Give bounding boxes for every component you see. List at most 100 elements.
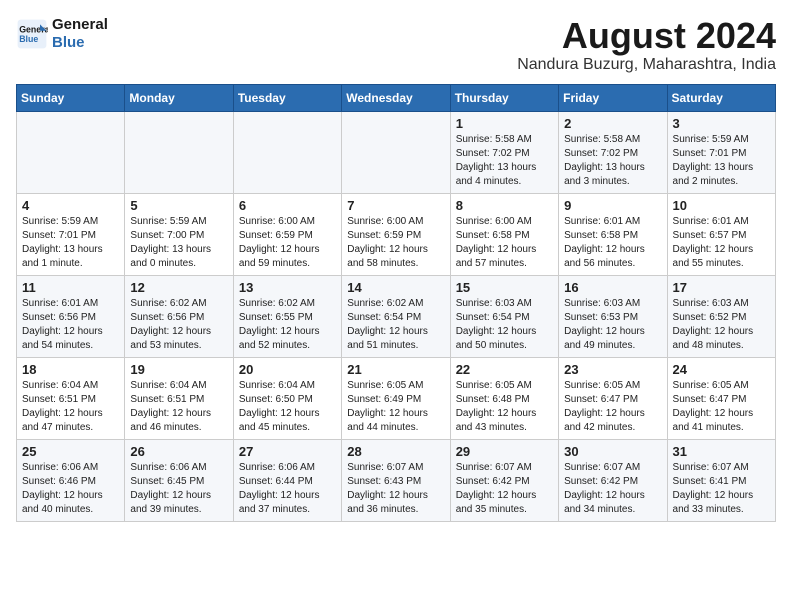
calendar-cell: 23Sunrise: 6:05 AM Sunset: 6:47 PM Dayli… bbox=[559, 357, 667, 439]
day-number: 3 bbox=[673, 116, 770, 131]
calendar-cell bbox=[17, 111, 125, 193]
day-info: Sunrise: 5:59 AM Sunset: 7:00 PM Dayligh… bbox=[130, 215, 227, 271]
calendar-cell: 8 Sunrise: 6:00 AM Sunset: 6:58 PM Daylig… bbox=[450, 193, 558, 275]
day-info: Sunrise: 6:01 AM Sunset: 6:57 PM Dayligh… bbox=[673, 215, 770, 271]
day-info: Sunrise: 6:05 AM Sunset: 6:49 PM Dayligh… bbox=[347, 379, 444, 435]
day-info: Sunrise: 6:05 AM Sunset: 6:48 PM Dayligh… bbox=[456, 379, 553, 435]
day-info: Sunrise: 6:02 AM Sunset: 6:54 PM Dayligh… bbox=[347, 297, 444, 353]
day-info: Sunrise: 6:07 AM Sunset: 6:43 PM Dayligh… bbox=[347, 461, 444, 517]
day-number: 25 bbox=[22, 444, 119, 459]
calendar-cell: 22Sunrise: 6:05 AM Sunset: 6:48 PM Dayli… bbox=[450, 357, 558, 439]
day-number: 24 bbox=[673, 362, 770, 377]
day-info: Sunrise: 6:07 AM Sunset: 6:41 PM Dayligh… bbox=[673, 461, 770, 517]
day-number: 26 bbox=[130, 444, 227, 459]
calendar-cell bbox=[233, 111, 341, 193]
day-number: 29 bbox=[456, 444, 553, 459]
calendar-cell: 30 Sunrise: 6:07 AM Sunset: 6:42 PM Dayli… bbox=[559, 439, 667, 521]
day-number: 19 bbox=[130, 362, 227, 377]
day-number: 18 bbox=[22, 362, 119, 377]
calendar-cell: 12Sunrise: 6:02 AM Sunset: 6:56 PM Dayli… bbox=[125, 275, 233, 357]
day-number: 9 bbox=[564, 198, 661, 213]
calendar-cell: 28 Sunrise: 6:07 AM Sunset: 6:43 PM Dayli… bbox=[342, 439, 450, 521]
day-number: 5 bbox=[130, 198, 227, 213]
day-info: Sunrise: 6:01 AM Sunset: 6:58 PM Dayligh… bbox=[564, 215, 661, 271]
calendar-cell: 13 Sunrise: 6:02 AM Sunset: 6:55 PM Dayli… bbox=[233, 275, 341, 357]
day-info: Sunrise: 5:59 AM Sunset: 7:01 PM Dayligh… bbox=[673, 133, 770, 189]
calendar-cell bbox=[342, 111, 450, 193]
weekday-header-saturday: Saturday bbox=[667, 84, 775, 111]
weekday-header-monday: Monday bbox=[125, 84, 233, 111]
day-info: Sunrise: 6:05 AM Sunset: 6:47 PM Dayligh… bbox=[564, 379, 661, 435]
logo-icon: General Blue bbox=[16, 18, 48, 50]
day-info: Sunrise: 6:04 AM Sunset: 6:50 PM Dayligh… bbox=[239, 379, 336, 435]
day-number: 15 bbox=[456, 280, 553, 295]
calendar-cell: 9 Sunrise: 6:01 AM Sunset: 6:58 PM Daylig… bbox=[559, 193, 667, 275]
day-number: 28 bbox=[347, 444, 444, 459]
day-info: Sunrise: 6:04 AM Sunset: 6:51 PM Dayligh… bbox=[130, 379, 227, 435]
calendar-cell bbox=[125, 111, 233, 193]
location-subtitle: Nandura Buzurg, Maharashtra, India bbox=[517, 56, 776, 74]
day-number: 31 bbox=[673, 444, 770, 459]
day-info: Sunrise: 6:07 AM Sunset: 6:42 PM Dayligh… bbox=[564, 461, 661, 517]
day-info: Sunrise: 6:00 AM Sunset: 6:59 PM Dayligh… bbox=[239, 215, 336, 271]
day-number: 16 bbox=[564, 280, 661, 295]
day-number: 8 bbox=[456, 198, 553, 213]
weekday-header-friday: Friday bbox=[559, 84, 667, 111]
weekday-row: SundayMondayTuesdayWednesdayThursdayFrid… bbox=[17, 84, 776, 111]
day-number: 11 bbox=[22, 280, 119, 295]
calendar-cell: 10 Sunrise: 6:01 AM Sunset: 6:57 PM Dayli… bbox=[667, 193, 775, 275]
calendar-cell: 24 Sunrise: 6:05 AM Sunset: 6:47 PM Dayli… bbox=[667, 357, 775, 439]
logo-line2: Blue bbox=[52, 34, 108, 52]
calendar-week-2: 4 Sunrise: 5:59 AM Sunset: 7:01 PM Daylig… bbox=[17, 193, 776, 275]
calendar-cell: 1Sunrise: 5:58 AM Sunset: 7:02 PM Daylig… bbox=[450, 111, 558, 193]
calendar-header: SundayMondayTuesdayWednesdayThursdayFrid… bbox=[17, 84, 776, 111]
day-info: Sunrise: 6:04 AM Sunset: 6:51 PM Dayligh… bbox=[22, 379, 119, 435]
weekday-header-wednesday: Wednesday bbox=[342, 84, 450, 111]
calendar-cell: 31 Sunrise: 6:07 AM Sunset: 6:41 PM Dayli… bbox=[667, 439, 775, 521]
day-number: 6 bbox=[239, 198, 336, 213]
day-info: Sunrise: 6:03 AM Sunset: 6:53 PM Dayligh… bbox=[564, 297, 661, 353]
calendar-cell: 26 Sunrise: 6:06 AM Sunset: 6:45 PM Dayli… bbox=[125, 439, 233, 521]
day-info: Sunrise: 5:59 AM Sunset: 7:01 PM Dayligh… bbox=[22, 215, 119, 271]
calendar-week-5: 25 Sunrise: 6:06 AM Sunset: 6:46 PM Dayli… bbox=[17, 439, 776, 521]
calendar-cell: 20Sunrise: 6:04 AM Sunset: 6:50 PM Dayli… bbox=[233, 357, 341, 439]
weekday-header-thursday: Thursday bbox=[450, 84, 558, 111]
day-number: 17 bbox=[673, 280, 770, 295]
calendar-body: 1Sunrise: 5:58 AM Sunset: 7:02 PM Daylig… bbox=[17, 111, 776, 521]
day-number: 13 bbox=[239, 280, 336, 295]
calendar-cell: 18 Sunrise: 6:04 AM Sunset: 6:51 PM Dayli… bbox=[17, 357, 125, 439]
calendar-cell: 3 Sunrise: 5:59 AM Sunset: 7:01 PM Daylig… bbox=[667, 111, 775, 193]
weekday-header-sunday: Sunday bbox=[17, 84, 125, 111]
logo-line1: General bbox=[52, 16, 108, 34]
day-info: Sunrise: 6:06 AM Sunset: 6:46 PM Dayligh… bbox=[22, 461, 119, 517]
calendar-cell: 4 Sunrise: 5:59 AM Sunset: 7:01 PM Daylig… bbox=[17, 193, 125, 275]
calendar-cell: 15Sunrise: 6:03 AM Sunset: 6:54 PM Dayli… bbox=[450, 275, 558, 357]
day-info: Sunrise: 6:00 AM Sunset: 6:58 PM Dayligh… bbox=[456, 215, 553, 271]
day-info: Sunrise: 6:05 AM Sunset: 6:47 PM Dayligh… bbox=[673, 379, 770, 435]
day-number: 4 bbox=[22, 198, 119, 213]
day-number: 7 bbox=[347, 198, 444, 213]
day-number: 30 bbox=[564, 444, 661, 459]
calendar-cell: 21Sunrise: 6:05 AM Sunset: 6:49 PM Dayli… bbox=[342, 357, 450, 439]
calendar-table: SundayMondayTuesdayWednesdayThursdayFrid… bbox=[16, 84, 776, 522]
day-info: Sunrise: 6:03 AM Sunset: 6:52 PM Dayligh… bbox=[673, 297, 770, 353]
day-number: 27 bbox=[239, 444, 336, 459]
day-info: Sunrise: 6:07 AM Sunset: 6:42 PM Dayligh… bbox=[456, 461, 553, 517]
month-year-title: August 2024 bbox=[517, 16, 776, 56]
day-number: 10 bbox=[673, 198, 770, 213]
day-info: Sunrise: 5:58 AM Sunset: 7:02 PM Dayligh… bbox=[564, 133, 661, 189]
day-info: Sunrise: 6:02 AM Sunset: 6:55 PM Dayligh… bbox=[239, 297, 336, 353]
calendar-cell: 7Sunrise: 6:00 AM Sunset: 6:59 PM Daylig… bbox=[342, 193, 450, 275]
calendar-cell: 19 Sunrise: 6:04 AM Sunset: 6:51 PM Dayli… bbox=[125, 357, 233, 439]
calendar-week-3: 11Sunrise: 6:01 AM Sunset: 6:56 PM Dayli… bbox=[17, 275, 776, 357]
calendar-cell: 5 Sunrise: 5:59 AM Sunset: 7:00 PM Daylig… bbox=[125, 193, 233, 275]
calendar-cell: 27Sunrise: 6:06 AM Sunset: 6:44 PM Dayli… bbox=[233, 439, 341, 521]
calendar-cell: 17 Sunrise: 6:03 AM Sunset: 6:52 PM Dayli… bbox=[667, 275, 775, 357]
day-number: 2 bbox=[564, 116, 661, 131]
day-info: Sunrise: 6:06 AM Sunset: 6:45 PM Dayligh… bbox=[130, 461, 227, 517]
calendar-cell: 14Sunrise: 6:02 AM Sunset: 6:54 PM Dayli… bbox=[342, 275, 450, 357]
weekday-header-tuesday: Tuesday bbox=[233, 84, 341, 111]
calendar-cell: 2 Sunrise: 5:58 AM Sunset: 7:02 PM Daylig… bbox=[559, 111, 667, 193]
logo: General Blue General Blue bbox=[16, 16, 108, 52]
svg-text:Blue: Blue bbox=[19, 34, 38, 44]
